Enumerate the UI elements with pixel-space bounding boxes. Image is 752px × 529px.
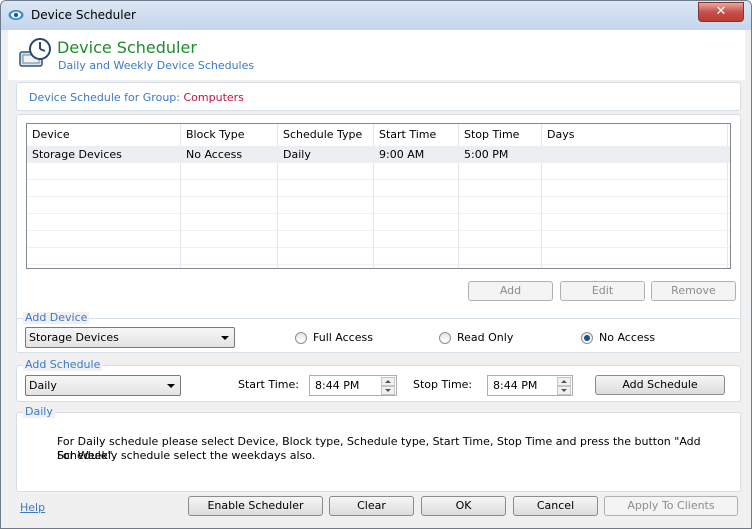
enable-scheduler-button[interactable]: Enable Scheduler: [188, 496, 323, 516]
clock-device-icon: [19, 38, 51, 67]
spin-up-icon[interactable]: [381, 377, 395, 386]
ok-button[interactable]: OK: [421, 496, 506, 516]
column-header-schedule-type[interactable]: Schedule Type: [278, 124, 374, 146]
device-select[interactable]: Storage Devices: [25, 327, 235, 348]
stop-time-label: Stop Time:: [413, 378, 473, 391]
clear-button[interactable]: Clear: [329, 496, 414, 516]
info-line-2: For Weekly schedule select the weekdays …: [57, 449, 316, 462]
full-access-label: Full Access: [313, 331, 373, 344]
spin-down-icon[interactable]: [557, 386, 571, 395]
add-button[interactable]: Add: [468, 281, 553, 301]
group-label: Device Schedule for Group: Computers: [29, 91, 244, 104]
title-bar: Device Scheduler ✕: [1, 1, 751, 30]
group-name: Computers: [183, 91, 244, 104]
schedule-table-panel: Device Block Type Schedule Type Start Ti…: [16, 114, 741, 334]
chevron-down-icon: [221, 336, 229, 340]
stop-time-picker[interactable]: 8:44 PM: [487, 375, 573, 396]
header-subtitle: Daily and Weekly Device Schedules: [58, 59, 255, 72]
start-time-label: Start Time:: [238, 378, 299, 391]
close-button[interactable]: ✕: [698, 2, 744, 22]
empty-row: [27, 248, 730, 265]
client-area: Device Scheduler Daily and Weekly Device…: [8, 30, 745, 522]
empty-row: [27, 163, 730, 180]
no-access-radio[interactable]: No Access: [581, 331, 671, 347]
add-device-group: Add Device Storage Devices Full Access R…: [16, 312, 741, 353]
start-time-value: 8:44 PM: [315, 379, 360, 392]
device-scheduler-window: Device Scheduler ✕ Device Scheduler Dail…: [0, 0, 752, 529]
add-schedule-button[interactable]: Add Schedule: [595, 375, 725, 395]
edit-button[interactable]: Edit: [560, 281, 645, 301]
column-header-block-type[interactable]: Block Type: [181, 124, 278, 146]
table-row[interactable]: Storage Devices No Access Daily 9:00 AM …: [27, 146, 730, 163]
info-legend: Daily: [23, 405, 55, 418]
radio-checked-icon: [581, 332, 593, 344]
schedule-type-value: Daily: [29, 379, 57, 392]
stop-time-value: 8:44 PM: [493, 379, 538, 392]
app-eye-icon: [8, 10, 24, 20]
group-label-text: Device Schedule for Group:: [29, 91, 180, 104]
chevron-down-icon: [167, 384, 175, 388]
start-time-picker[interactable]: 8:44 PM: [309, 375, 397, 396]
empty-row: [27, 197, 730, 214]
empty-row: [27, 231, 730, 248]
group-info-panel: Device Schedule for Group: Computers: [16, 82, 741, 111]
radio-unchecked-icon: [295, 332, 307, 344]
schedule-grid: Device Block Type Schedule Type Start Ti…: [26, 123, 731, 269]
window-title: Device Scheduler: [31, 8, 136, 22]
cell-start-time: 9:00 AM: [379, 148, 425, 161]
cell-schedule-type: Daily: [283, 148, 311, 161]
empty-row: [27, 180, 730, 197]
add-schedule-legend: Add Schedule: [23, 358, 103, 371]
header-title: Device Scheduler: [57, 38, 197, 57]
add-device-legend: Add Device: [23, 311, 90, 324]
help-link[interactable]: Help: [20, 501, 45, 514]
header-banner: Device Scheduler Daily and Weekly Device…: [8, 30, 745, 80]
apply-to-clients-button[interactable]: Apply To Clients: [604, 496, 738, 516]
radio-unchecked-icon: [439, 332, 451, 344]
info-group: Daily For Daily schedule please select D…: [16, 406, 741, 492]
add-schedule-group: Add Schedule Daily Start Time: 8:44 PM S…: [16, 359, 741, 402]
cell-days: [542, 146, 547, 163]
grid-header: Device Block Type Schedule Type Start Ti…: [27, 124, 730, 146]
spin-up-icon[interactable]: [557, 377, 571, 386]
read-only-label: Read Only: [457, 331, 514, 344]
full-access-radio[interactable]: Full Access: [295, 331, 385, 347]
read-only-radio[interactable]: Read Only: [439, 331, 529, 347]
schedule-type-select[interactable]: Daily: [25, 375, 181, 396]
remove-button[interactable]: Remove: [651, 281, 736, 301]
cell-device: Storage Devices: [32, 148, 122, 161]
cell-stop-time: 5:00 PM: [464, 148, 509, 161]
column-header-start-time[interactable]: Start Time: [374, 124, 459, 146]
empty-row: [27, 214, 730, 231]
spin-down-icon[interactable]: [381, 386, 395, 395]
column-header-stop-time[interactable]: Stop Time: [459, 124, 542, 146]
device-select-value: Storage Devices: [29, 331, 119, 344]
cancel-button[interactable]: Cancel: [513, 496, 598, 516]
cell-block-type: No Access: [186, 148, 243, 161]
column-header-device[interactable]: Device: [27, 124, 181, 146]
column-header-days[interactable]: Days: [542, 124, 728, 146]
no-access-label: No Access: [599, 331, 656, 344]
